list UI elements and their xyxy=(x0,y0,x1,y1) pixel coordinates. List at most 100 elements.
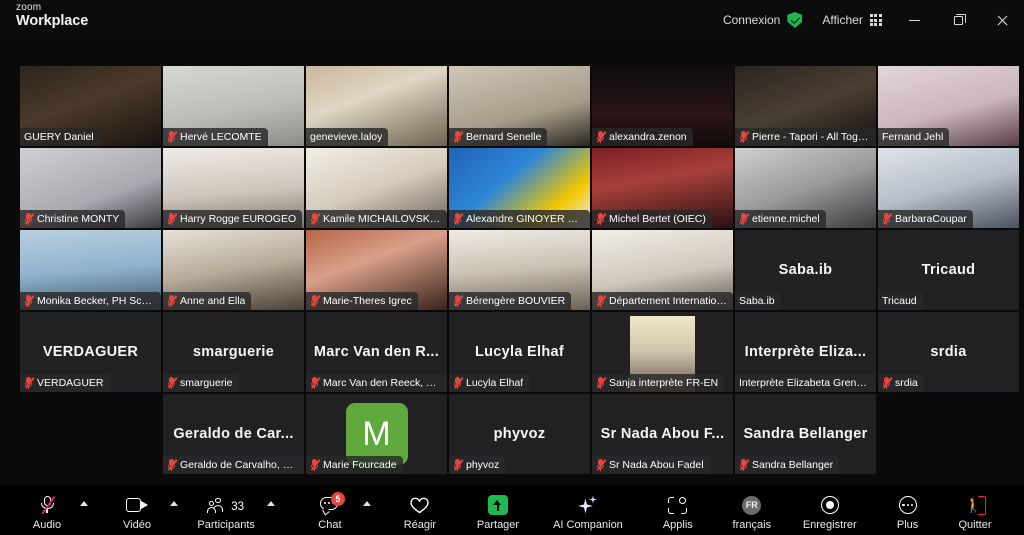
participant-name-bar: Saba.ib xyxy=(735,291,781,310)
participant-tile[interactable]: phyvoz phyvoz xyxy=(449,394,590,474)
language-interpretation-button[interactable]: FR français xyxy=(725,489,779,531)
participant-tile[interactable]: Hervé LECOMTE xyxy=(163,66,304,146)
chat-label: Chat xyxy=(318,519,342,531)
participant-tile[interactable]: Fernand Jehl xyxy=(878,66,1019,146)
participant-name-bar: Marie Fourcade xyxy=(306,455,403,474)
leave-meeting-button[interactable]: 🚶 Quitter xyxy=(948,489,1002,531)
participants-count: 33 xyxy=(231,501,245,513)
connection-status[interactable]: Connexion xyxy=(713,0,812,40)
participant-tile[interactable]: Anne and Ella xyxy=(163,230,304,310)
mic-muted-icon xyxy=(167,459,178,471)
video-button[interactable]: Vidéo xyxy=(110,489,164,531)
mic-muted-icon xyxy=(310,377,321,389)
mic-muted-icon xyxy=(167,131,178,143)
participant-tile[interactable]: Monika Becker, PH Schw... xyxy=(20,230,161,310)
participant-name-bar: etienne.michel xyxy=(735,209,826,228)
view-button[interactable]: Afficher xyxy=(812,0,892,40)
participant-tile[interactable]: Michel Bertet (OIEC) xyxy=(592,148,733,228)
video-options-chevron-icon[interactable] xyxy=(170,501,178,506)
mic-muted-icon xyxy=(596,459,607,471)
participant-name: Geraldo de Carvalho, FIPLV xyxy=(180,458,298,471)
record-button[interactable]: Enregistrer xyxy=(797,489,863,531)
share-label: Partager xyxy=(476,519,520,531)
minimize-button[interactable] xyxy=(892,0,936,40)
participants-label: Participants xyxy=(197,519,255,531)
microphone-muted-icon xyxy=(40,494,55,516)
participant-name: VERDAGUER xyxy=(37,376,104,389)
participant-tile[interactable]: Geraldo de Car... Geraldo de Carvalho, FI… xyxy=(163,394,304,474)
participant-name-bar: srdia xyxy=(878,373,924,392)
ai-companion-button[interactable]: AI Companion xyxy=(547,489,629,531)
participant-tile[interactable]: M Marie Fourcade xyxy=(306,394,447,474)
audio-button[interactable]: Audio xyxy=(20,489,74,531)
more-button[interactable]: Plus xyxy=(881,489,935,531)
participant-tile[interactable]: Saba.ib Saba.ib xyxy=(735,230,876,310)
camera-icon xyxy=(126,494,148,516)
mic-muted-icon xyxy=(24,377,35,389)
react-label: Réagir xyxy=(403,519,437,531)
participants-button[interactable]: 33 Participants xyxy=(191,489,260,531)
participant-name-bar: Hervé LECOMTE xyxy=(163,127,268,146)
participant-tile[interactable]: Kamile MICHAILOVSKYTE xyxy=(306,148,447,228)
record-icon xyxy=(820,494,839,516)
participant-tile[interactable]: Alexandre GINOYER CMA ... xyxy=(449,148,590,228)
connection-label: Connexion xyxy=(722,13,781,27)
leave-label: Quitter xyxy=(958,519,992,531)
close-button[interactable] xyxy=(980,0,1024,40)
maximize-button[interactable] xyxy=(936,0,980,40)
participant-tile[interactable]: alexandra.zenon xyxy=(592,66,733,146)
audio-options-chevron-icon[interactable] xyxy=(80,501,88,506)
participant-tile[interactable]: BarbaraCoupar xyxy=(878,148,1019,228)
chat-button[interactable]: 5 Chat xyxy=(303,489,357,531)
participant-tile[interactable]: Lucyla Elhaf Lucyla Elhaf xyxy=(449,312,590,392)
participant-tile[interactable]: Marie-Theres Igrec xyxy=(306,230,447,310)
language-code: FR xyxy=(742,495,762,515)
participant-tile[interactable]: genevieve.laloy xyxy=(306,66,447,146)
participant-tile[interactable]: srdia srdia xyxy=(878,312,1019,392)
participant-tile[interactable]: GUERY Daniel xyxy=(20,66,161,146)
shield-check-icon xyxy=(787,12,803,28)
participant-tile[interactable]: Sanja interprète FR-EN xyxy=(592,312,733,392)
participant-name: Harry Rogge EUROGEO xyxy=(180,212,297,225)
participant-tile[interactable]: Marc Van den R...Marc Van den Reeck, The… xyxy=(306,312,447,392)
participant-tile[interactable]: VERDAGUER VERDAGUER xyxy=(20,312,161,392)
mic-muted-icon xyxy=(310,459,321,471)
participant-tile[interactable]: Sr Nada Abou F... Sr Nada Abou Fadel xyxy=(592,394,733,474)
react-button[interactable]: Réagir xyxy=(393,489,447,531)
participant-name: Pierre - Tapori - All Toget... xyxy=(752,130,870,143)
language-icon: FR xyxy=(742,494,762,516)
participant-tile[interactable]: Pierre - Tapori - All Toget... xyxy=(735,66,876,146)
audio-label: Audio xyxy=(32,519,62,531)
participants-icon: 33 xyxy=(207,494,245,516)
participant-name: Anne and Ella xyxy=(180,294,246,307)
ai-sparkle-icon xyxy=(577,494,599,516)
participant-name-bar: Sr Nada Abou Fadel xyxy=(592,455,710,474)
participant-name: Marie Fourcade xyxy=(323,458,397,471)
participant-tile[interactable]: Bérengère BOUVIER xyxy=(449,230,590,310)
participant-name: smarguerie xyxy=(180,376,233,389)
participants-options-chevron-icon[interactable] xyxy=(266,501,275,506)
apps-button[interactable]: Applis xyxy=(651,489,705,531)
participant-name: Sanja interprète FR-EN xyxy=(609,376,719,389)
participant-name-bar: Département Internation... xyxy=(592,291,733,310)
participant-tile[interactable]: Sandra Bellanger Sandra Bellanger xyxy=(735,394,876,474)
participant-tile[interactable]: Département Internation... xyxy=(592,230,733,310)
participant-name-bar: Bernard Senelle xyxy=(449,127,548,146)
participant-name-bar: alexandra.zenon xyxy=(592,127,693,146)
chat-options-chevron-icon[interactable] xyxy=(362,501,371,506)
participant-tile[interactable]: Christine MONTY xyxy=(20,148,161,228)
participant-tile[interactable]: Bernard Senelle xyxy=(449,66,590,146)
apps-label: Applis xyxy=(662,519,693,531)
participant-name-bar: Bérengère BOUVIER xyxy=(449,291,572,310)
participant-name: Marie-Theres Igrec xyxy=(323,294,412,307)
share-screen-button[interactable]: Partager xyxy=(471,489,525,531)
participant-tile[interactable]: smarguerie smarguerie xyxy=(163,312,304,392)
participant-name-bar: Alexandre GINOYER CMA ... xyxy=(449,209,590,228)
participant-tile[interactable]: Harry Rogge EUROGEO xyxy=(163,148,304,228)
participant-tile[interactable]: etienne.michel xyxy=(735,148,876,228)
participant-tile[interactable]: Interprète Eliza... Interprète Elizabeta … xyxy=(735,312,876,392)
participant-name-bar: Fernand Jehl xyxy=(878,127,950,146)
participant-name: Lucyla Elhaf xyxy=(466,376,524,389)
participant-tile[interactable]: Tricaud Tricaud xyxy=(878,230,1019,310)
participant-name-bar: Michel Bertet (OIEC) xyxy=(592,209,712,228)
